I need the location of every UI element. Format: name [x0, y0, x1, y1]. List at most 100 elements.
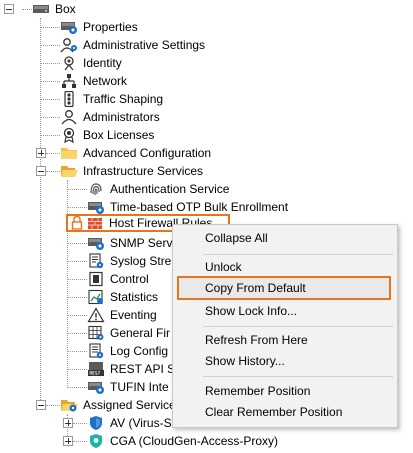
tree-node-properties[interactable]: Properties	[60, 18, 138, 36]
services-folder-icon	[60, 397, 78, 413]
tree-node-infrastructure-services[interactable]: Infrastructure Services	[60, 162, 203, 180]
tree-node-snmp-service[interactable]: SNMP Serv	[87, 234, 172, 252]
tree-node-box-licenses[interactable]: Box Licenses	[60, 126, 154, 144]
tree-line	[73, 423, 87, 424]
tree-node-label: Administrators	[83, 110, 160, 124]
tree-line	[40, 99, 60, 100]
tree-node-traffic-shaping[interactable]: Traffic Shaping	[60, 90, 163, 108]
user-icon	[60, 109, 78, 125]
tree-node-control[interactable]: Control	[87, 270, 149, 288]
tree-line	[67, 297, 87, 298]
shield-icon	[87, 415, 105, 431]
tree-node-rest-api-service[interactable]: REST API S	[87, 360, 175, 378]
tree-node-label: Infrastructure Services	[83, 164, 204, 178]
box-server-icon	[32, 1, 50, 17]
tree-node-label: Identity	[83, 56, 122, 70]
menu-item-unlock[interactable]: Unlock	[173, 256, 397, 278]
settings-server-icon	[87, 199, 105, 215]
tree-line	[67, 261, 87, 262]
folder-icon	[60, 145, 78, 161]
tree-node-administrative-settings[interactable]: Administrative Settings	[60, 36, 205, 54]
tree-line	[46, 405, 60, 406]
tree-line	[46, 171, 60, 172]
menu-item-remember-position[interactable]: Remember Position	[173, 380, 397, 402]
tree-node-av-service[interactable]: AV (Virus-S	[87, 414, 172, 432]
open-folder-icon	[60, 163, 78, 179]
menu-separator	[203, 254, 393, 255]
tree-line	[40, 63, 60, 64]
tree-node-authentication-service[interactable]: Authentication Service	[87, 180, 229, 198]
tree-line	[67, 387, 87, 388]
menu-item-clear-remember-position[interactable]: Clear Remember Position	[173, 401, 397, 423]
tree-node-label: REST API S	[110, 362, 176, 376]
traffic-light-icon	[60, 91, 78, 107]
fingerprint-icon	[87, 181, 105, 197]
menu-item-show-history[interactable]: Show History...	[173, 350, 397, 372]
tree-node-label: TUFIN Inte	[110, 380, 169, 394]
control-panel-icon	[87, 271, 105, 287]
expand-toggle[interactable]	[63, 418, 73, 428]
rest-api-icon	[87, 361, 105, 377]
tree-node-general-firewall[interactable]: General Fir	[87, 324, 170, 342]
expand-toggle[interactable]	[63, 436, 73, 446]
collapse-toggle[interactable]	[36, 166, 46, 176]
tree-node-log-configuration[interactable]: Log Config	[87, 342, 168, 360]
tree-line	[40, 27, 60, 28]
tree-node-label: Syslog Stre	[110, 254, 172, 268]
tree-node-label: Box	[55, 2, 76, 16]
tree-line	[67, 180, 68, 388]
settings-server-icon	[60, 19, 78, 35]
tree-line	[67, 369, 87, 370]
menu-item-collapse-all[interactable]: Collapse All	[173, 227, 397, 249]
tree-line	[67, 333, 87, 334]
tree-node-tufin-integration[interactable]: TUFIN Inte	[87, 378, 169, 396]
tree-node-eventing[interactable]: Eventing	[87, 306, 157, 324]
network-icon	[60, 73, 78, 89]
tree-line	[46, 153, 60, 154]
warning-icon	[87, 307, 105, 323]
settings-server-icon	[87, 379, 105, 395]
document-gear-icon	[87, 253, 105, 269]
menu-item-refresh-from-here[interactable]: Refresh From Here	[173, 329, 397, 351]
log-document-icon	[87, 343, 105, 359]
lock-icon	[68, 215, 83, 231]
menu-item-copy-from-default[interactable]: Copy From Default	[173, 277, 397, 299]
tree-node-label: Control	[110, 272, 149, 286]
identity-icon	[60, 55, 78, 71]
tree-line	[67, 279, 87, 280]
tree-node-label: General Fir	[110, 326, 171, 340]
tree-node-network[interactable]: Network	[60, 72, 127, 90]
firewall-icon	[86, 215, 104, 231]
tree-node-label: Log Config	[110, 344, 169, 358]
context-menu: Collapse All Unlock Copy From Default Sh…	[172, 224, 398, 428]
tree-node-label: Time-based OTP Bulk Enrollment	[110, 200, 289, 214]
user-settings-icon	[60, 37, 78, 53]
tree-node-box[interactable]: Box	[32, 0, 76, 18]
tree-node-label: Network	[83, 74, 128, 88]
tree-line	[40, 45, 60, 46]
tree-line	[67, 189, 87, 190]
tree-node-label: Traffic Shaping	[83, 92, 164, 106]
tree-node-assigned-services[interactable]: Assigned Service	[60, 396, 176, 414]
tree-node-label: Box Licenses	[83, 128, 155, 142]
license-badge-icon	[60, 127, 78, 143]
tree-node-statistics[interactable]: Statistics	[87, 288, 158, 306]
tree-line	[40, 135, 60, 136]
expand-toggle[interactable]	[36, 148, 46, 158]
collapse-toggle[interactable]	[4, 4, 14, 14]
collapse-toggle[interactable]	[36, 400, 46, 410]
grid-gear-icon	[87, 325, 105, 341]
menu-item-show-lock-info[interactable]: Show Lock Info...	[173, 300, 397, 322]
tree-node-cga-service[interactable]: CGA (CloudGen-Access-Proxy)	[87, 432, 278, 450]
tree-node-label: SNMP Serv	[110, 236, 173, 250]
tree-node-administrators[interactable]: Administrators	[60, 108, 160, 126]
tree-node-label: CGA (CloudGen-Access-Proxy)	[110, 434, 279, 448]
tree-node-identity[interactable]: Identity	[60, 54, 122, 72]
tree-node-label: Properties	[83, 20, 138, 34]
tree-node-advanced-configuration[interactable]: Advanced Configuration	[60, 144, 211, 162]
tree-node-syslog-streaming[interactable]: Syslog Stre	[87, 252, 171, 270]
tree-line	[73, 441, 87, 442]
cga-shield-icon	[87, 433, 105, 449]
tree-node-label: AV (Virus-S	[110, 416, 172, 430]
tree-line	[22, 9, 32, 10]
